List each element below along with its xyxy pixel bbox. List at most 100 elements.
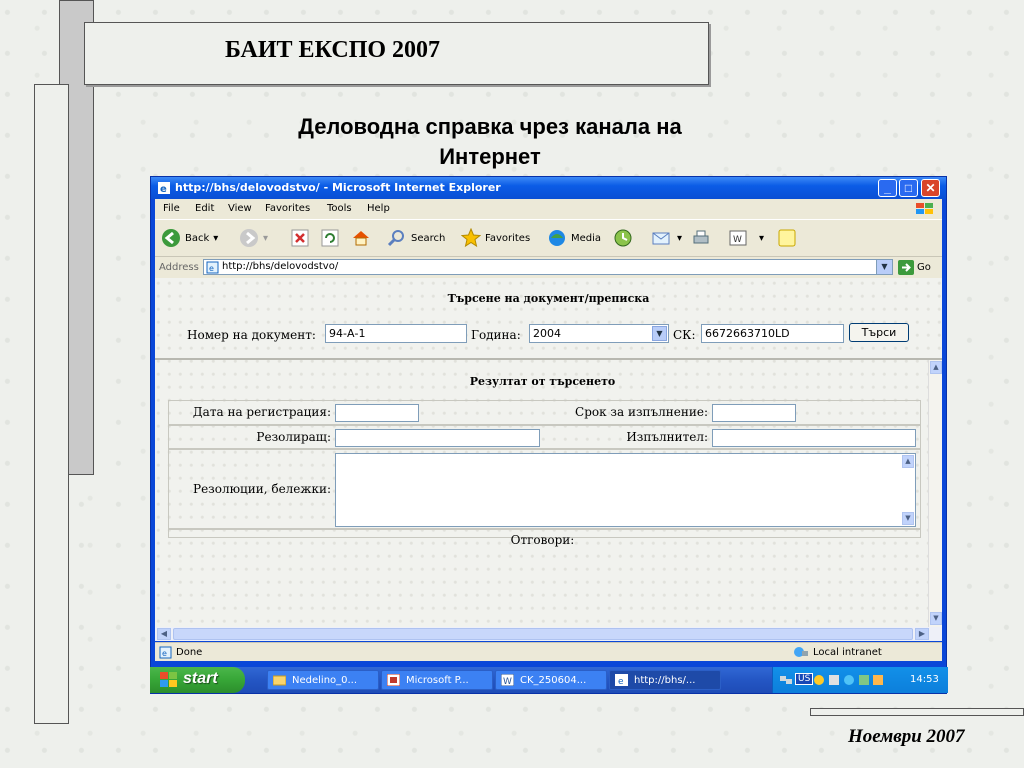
print-icon [693, 230, 709, 244]
home-button[interactable] [351, 228, 371, 248]
menu-edit[interactable]: Edit [195, 203, 214, 214]
taskbar: start Nedelino_0... Microsoft P... W CK_… [150, 667, 948, 693]
home-icon [353, 231, 369, 246]
address-dropdown-icon[interactable]: ▼ [876, 260, 892, 274]
year-label: Година: [471, 328, 521, 342]
search-label: Search [411, 232, 446, 244]
textarea-scroll-down-icon[interactable]: ▼ [902, 512, 914, 525]
address-input[interactable]: e http://bhs/delovodstvo/ ▼ [203, 259, 893, 275]
year-value: 2004 [533, 327, 561, 340]
windows-logo-icon [916, 203, 933, 214]
edit-dropdown-icon: ▾ [759, 232, 765, 244]
page-done-icon: e [159, 646, 172, 659]
task-browser[interactable]: e http://bhs/... [609, 670, 721, 690]
task-powerpoint[interactable]: Microsoft P... [381, 670, 493, 690]
scroll-up-icon[interactable]: ▲ [930, 361, 942, 374]
task-nedelino[interactable]: Nedelino_0... [267, 670, 379, 690]
chevron-down-icon[interactable]: ▼ [652, 326, 667, 341]
subtitle-line-2: Интернет [439, 144, 541, 169]
mail-dropdown-icon: ▾ [677, 232, 683, 244]
menu-favorites[interactable]: Favorites [265, 203, 310, 214]
search-title: Търсене на документ/преписка [447, 292, 650, 305]
stop-button[interactable] [291, 228, 309, 248]
back-label: Back [185, 232, 210, 244]
page-icon: e [206, 261, 219, 274]
language-indicator[interactable]: US [795, 673, 814, 685]
decor-vertical-bar-left [34, 84, 69, 724]
search-button[interactable]: Search [387, 228, 445, 248]
media-button[interactable]: Media [547, 228, 601, 248]
network-icon[interactable] [779, 674, 793, 686]
edit-button[interactable]: W ▾ [729, 228, 764, 248]
start-button[interactable]: start [150, 667, 245, 693]
resolver-field[interactable] [335, 429, 540, 447]
window-titlebar[interactable]: e http://bhs/delovodstvo/ - Microsoft In… [151, 177, 946, 199]
back-dropdown-icon: ▾ [213, 232, 219, 244]
powerpoint-icon [387, 674, 400, 686]
scroll-down-icon[interactable]: ▼ [930, 612, 942, 625]
slide-title-box: БАИТ ЕКСПО 2007 [84, 22, 709, 85]
doc-number-value: 94-А-1 [329, 327, 366, 340]
resolver-label: Резолиращ: [256, 430, 331, 444]
forward-button[interactable]: ▾ [239, 228, 268, 248]
scroll-left-icon[interactable]: ◀ [157, 628, 171, 640]
media-label: Media [571, 232, 602, 244]
minimize-button[interactable]: _ [878, 179, 897, 197]
intranet-icon [794, 647, 808, 657]
reg-date-field[interactable] [335, 404, 419, 422]
close-button[interactable]: ✕ [921, 179, 940, 197]
history-button[interactable] [613, 228, 633, 248]
status-bar: e Done Local intranet [155, 642, 942, 661]
results-row-separator [168, 424, 921, 426]
doc-number-input[interactable]: 94-А-1 [325, 324, 467, 343]
refresh-button[interactable] [321, 228, 339, 248]
reg-date-label: Дата на регистрация: [192, 405, 331, 419]
forward-dropdown-icon: ▾ [263, 232, 269, 244]
year-select[interactable]: 2004 ▼ [529, 324, 669, 343]
horizontal-scrollbar[interactable]: ◀ ▶ [155, 627, 942, 641]
favorites-button[interactable]: Favorites [461, 228, 530, 248]
zone-text: Local intranet [813, 646, 882, 658]
ie-icon: e [158, 182, 170, 195]
tray-icons[interactable] [813, 673, 903, 687]
sk-value: 6672663710LD [705, 327, 790, 340]
svg-text:e: e [618, 677, 624, 686]
sk-input[interactable]: 6672663710LD [701, 324, 844, 343]
task-label: CK_250604... [520, 675, 587, 686]
ie-window: e http://bhs/delovodstvo/ - Microsoft In… [150, 176, 947, 694]
executor-label: Изпълнител: [626, 430, 708, 444]
back-button[interactable]: Back ▾ [161, 228, 218, 248]
resolutions-textarea[interactable]: ▲ ▼ [335, 453, 916, 527]
print-button[interactable] [691, 228, 711, 248]
answers-label: Отговори: [510, 533, 575, 547]
textarea-scroll-up-icon[interactable]: ▲ [902, 455, 914, 468]
status-text: Done [176, 647, 203, 658]
task-label: http://bhs/... [634, 675, 696, 686]
results-vertical-scrollbar[interactable]: ▲ ▼ [928, 360, 942, 639]
history-icon [614, 229, 632, 247]
word-document-icon: W [501, 674, 514, 686]
search-submit-button[interactable]: Търси [849, 323, 909, 342]
window-title: http://bhs/delovodstvo/ - Microsoft Inte… [175, 181, 501, 194]
svg-text:e: e [160, 184, 167, 195]
results-row-separator [168, 528, 921, 530]
horizontal-scroll-thumb[interactable] [173, 628, 913, 640]
deadline-field[interactable] [712, 404, 796, 422]
menu-file[interactable]: File [163, 203, 180, 214]
forward-arrow-icon [240, 229, 258, 247]
mail-button[interactable]: ▾ [651, 228, 682, 248]
media-icon [549, 230, 565, 246]
task-label: Microsoft P... [406, 675, 469, 686]
executor-field[interactable] [712, 429, 916, 447]
search-frame: Търсене на документ/преписка Номер на до… [155, 278, 942, 360]
menu-view[interactable]: View [228, 203, 252, 214]
scroll-right-icon[interactable]: ▶ [915, 628, 929, 640]
task-document[interactable]: W CK_250604... [495, 670, 607, 690]
maximize-button[interactable]: □ [899, 179, 918, 197]
address-label: Address [159, 262, 199, 273]
menu-help[interactable]: Help [367, 203, 390, 214]
messenger-button[interactable] [777, 228, 797, 248]
go-button[interactable]: Go [898, 260, 931, 275]
menu-tools[interactable]: Tools [327, 203, 352, 214]
mail-icon [652, 232, 670, 245]
